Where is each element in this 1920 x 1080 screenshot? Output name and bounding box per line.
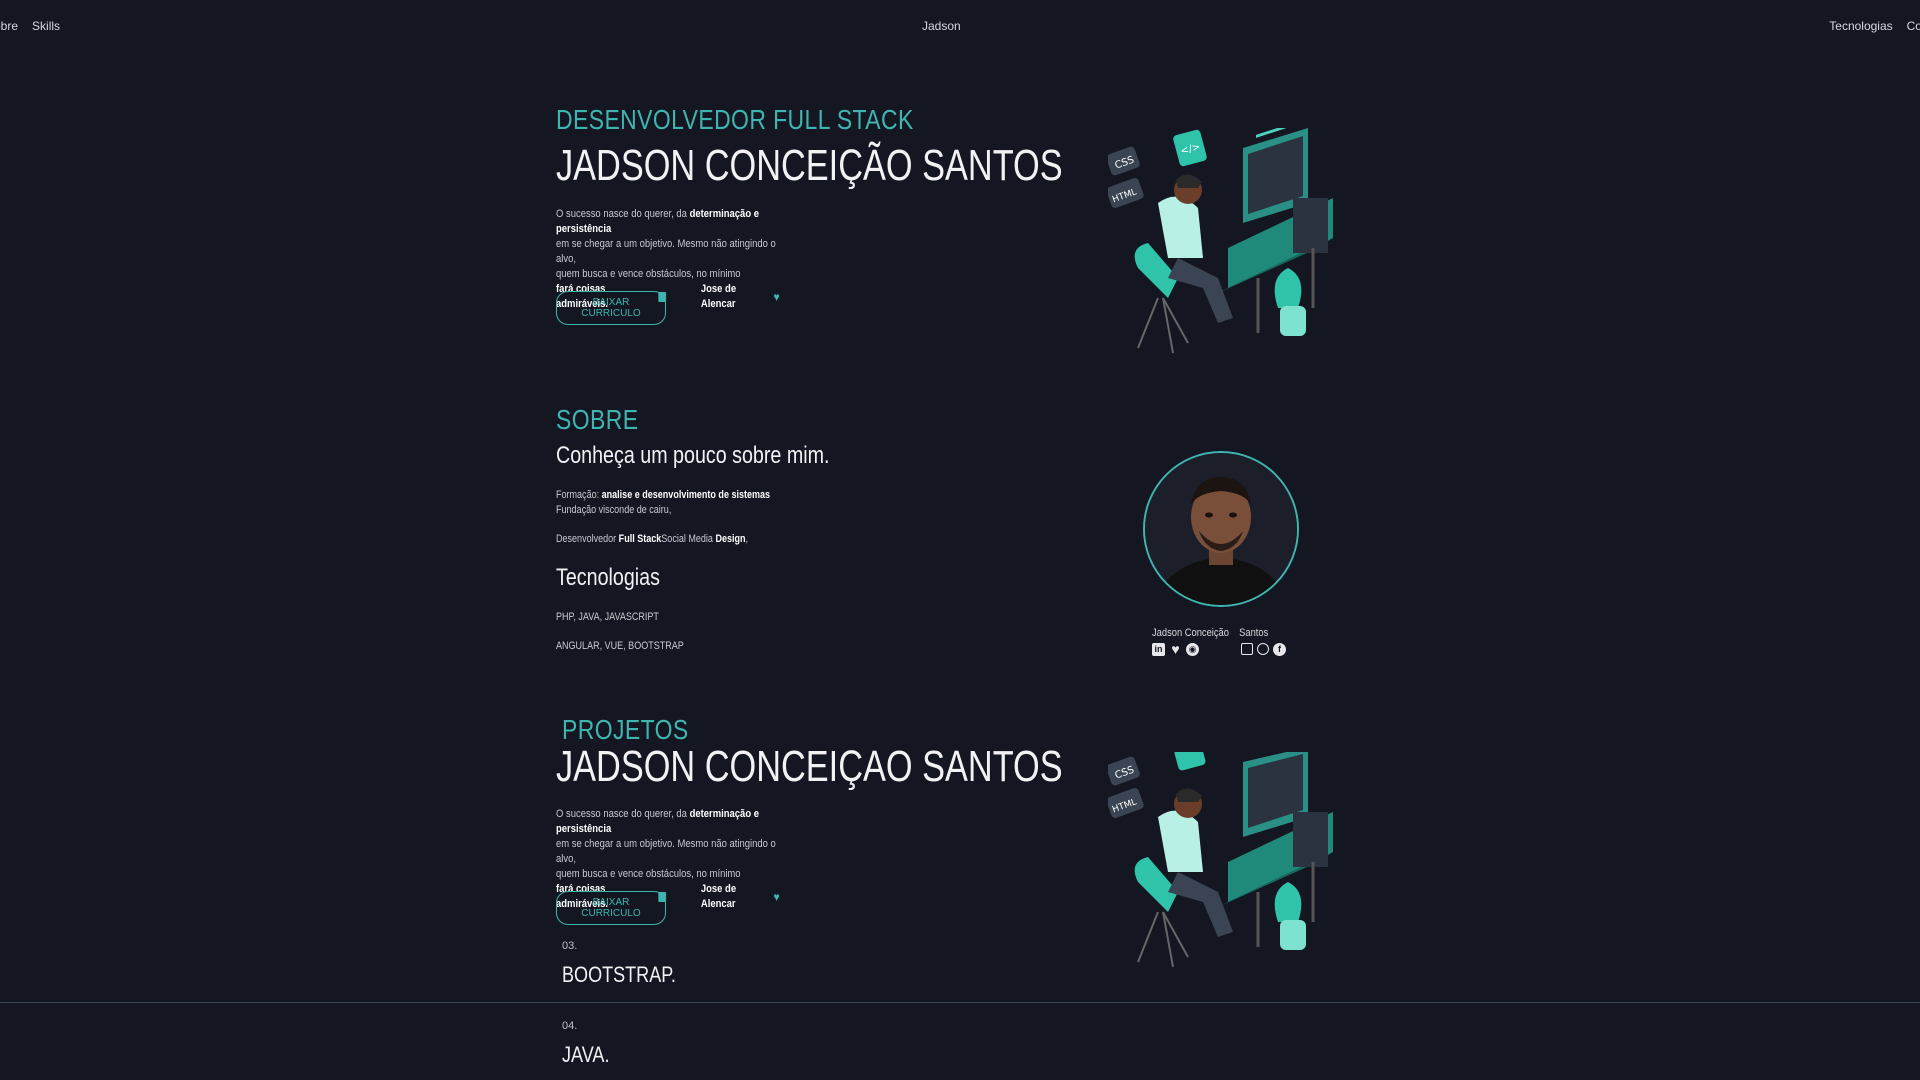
about-title: Conheça um pouco sobre mim. [556,442,830,469]
formation-value: analise e desenvolvimento de sistemas [601,489,771,501]
quote-text: quem busca e vence obstáculos, no mínimo [556,868,741,880]
tech-line-2-wrap: ANGULAR, VUE, BOOTSTRAP [556,639,976,654]
role-text: Social Media [661,533,716,545]
tech-line-1-wrap: PHP, JAVA, JAVASCRIPT [556,610,976,625]
social-name-last: Santos [1239,627,1269,639]
divider [0,1002,1920,1003]
about-role: Desenvolvedor Full StackSocial Media Des… [556,532,976,547]
institution: Fundação visconde de cairu, [556,504,672,516]
github-icon[interactable]: ◉ [1186,643,1199,656]
skill-number: 04. [562,1020,578,1032]
heart-icon[interactable]: ♥ [1169,642,1182,656]
developer-illustration: CSS HTML </> [1108,128,1333,354]
role-text: Desenvolvedor [556,533,619,545]
nav-brand[interactable]: Jadson [922,19,961,33]
projects-name: JADSON CONCEIÇAO SANTOS [556,742,1063,791]
avatar [1143,451,1299,607]
developer-illustration: CSS HTML [1108,752,1333,968]
role-bold: Full Stack [618,533,662,545]
social-links-left: in ♥ ◉ [1152,642,1199,656]
projects-title-wrap: JADSON CONCEIÇAO SANTOS [556,742,1063,791]
nav-link-contato[interactable]: Contat [1907,19,1920,33]
linkedin-icon[interactable]: in [1152,643,1165,656]
hero-name: JADSON CONCEIÇÃO SANTOS [556,141,1063,190]
social-names: Jadson Conceição Santos [1152,627,1268,639]
quote-text: em se chegar a um objetivo. Mesmo não at… [556,238,776,265]
nav-right: Tecnologias Contat [1829,19,1920,33]
quote-text: O sucesso nasce do querer, da [556,808,690,820]
hero-section: DESENVOLVEDOR FULL STACK [556,104,976,136]
heart-icon: ♥ [773,289,780,304]
instagram-icon[interactable] [1241,643,1253,655]
about-title-wrap: Conheça um pouco sobre mim. [556,442,976,470]
role-text: , [745,533,749,545]
skill-number: 03. [562,940,578,952]
whatsapp-icon[interactable] [1257,643,1269,655]
about-kicker: SOBRE [556,404,639,435]
download-cv-button[interactable]: BAIXAR CURRICULO [556,291,666,325]
tech-title-wrap: Tecnologias [556,564,976,592]
quote-text: O sucesso nasce do querer, da [556,208,690,220]
hero-kicker: DESENVOLVEDOR FULL STACK [556,104,914,135]
quote-author: Jose de Alencar [700,283,737,310]
heart-icon: ♥ [773,889,780,904]
quote-text: quem busca e vence obstáculos, no mínimo [556,268,741,280]
download-cv-button[interactable]: BAIXAR CURRICULO [556,891,666,925]
social-name-first: Jadson Conceição [1152,627,1229,639]
avatar-photo [1145,453,1297,605]
hero-title-wrap: JADSON CONCEIÇÃO SANTOS [556,141,1063,190]
formation-label: Formação: [556,489,602,501]
nav-left: obre Skills [0,19,60,33]
tech-line-2: ANGULAR, VUE, BOOTSTRAP [556,640,684,652]
facebook-icon[interactable]: f [1273,643,1286,656]
quote-text: em se chegar a um objetivo. Mesmo não at… [556,838,776,865]
nav-link-skills[interactable]: Skills [32,19,60,33]
skill-name: JAVA. [562,1042,610,1067]
tech-title: Tecnologias [556,564,660,591]
nav-link-sobre[interactable]: obre [0,19,18,33]
about-kicker-wrap: SOBRE [556,404,976,436]
nav-link-tecnologias[interactable]: Tecnologias [1829,19,1892,33]
tech-line-1: PHP, JAVA, JAVASCRIPT [556,611,659,623]
role-bold: Design [715,533,746,545]
about-formation: Formação: analise e desenvolvimento de s… [556,488,976,518]
quote-author: Jose de Alencar [700,883,737,910]
skill-name: BOOTSTRAP. [562,962,676,987]
social-links-right: f [1241,643,1286,656]
